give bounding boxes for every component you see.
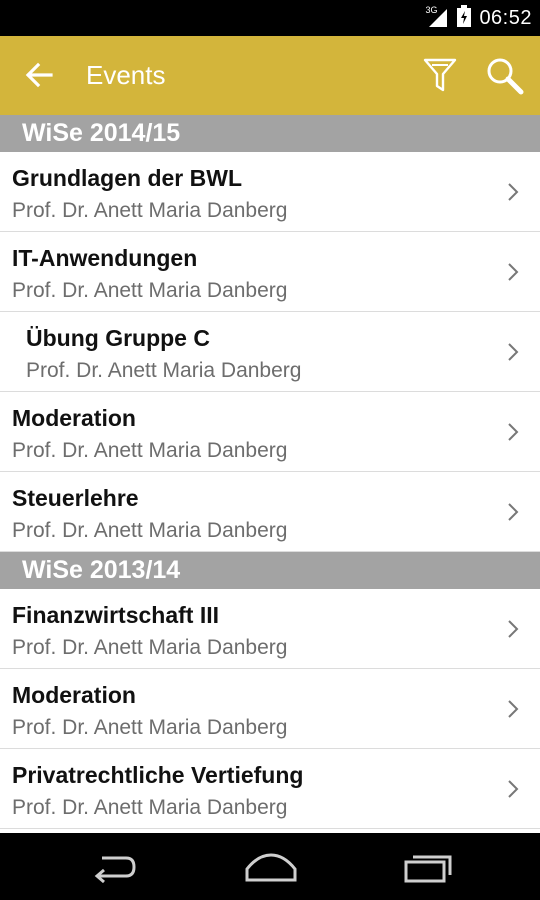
chevron-right-icon (508, 343, 519, 361)
event-title: Grundlagen der BWL (12, 165, 242, 191)
network-type-label: 3G (425, 5, 438, 15)
event-lecturer: Prof. Dr. Anett Maria Danberg (12, 279, 288, 302)
event-title: Moderation (12, 682, 136, 708)
event-title: Steuerlehre (12, 485, 139, 511)
chevron-right-icon (508, 700, 519, 718)
list-item[interactable]: IT-Anwendungen Prof. Dr. Anett Maria Dan… (0, 232, 540, 312)
event-title: Finanzwirtschaft III (12, 602, 220, 628)
section-header: WiSe 2014/15 (0, 115, 540, 152)
event-lecturer: Prof. Dr. Anett Maria Danberg (12, 199, 288, 222)
list-item[interactable]: Privatrechtliche Vertiefung Prof. Dr. An… (0, 749, 540, 829)
event-list: WiSe 2014/15 Grundlagen der BWL Prof. Dr… (0, 115, 540, 829)
filter-icon[interactable] (421, 56, 459, 94)
list-item[interactable]: Moderation Prof. Dr. Anett Maria Danberg (0, 392, 540, 472)
event-lecturer: Prof. Dr. Anett Maria Danberg (12, 796, 288, 819)
event-title: Moderation (12, 405, 136, 431)
signal-icon: 3G (425, 5, 449, 29)
section-header: WiSe 2013/14 (0, 552, 540, 589)
system-nav-bar (0, 833, 540, 900)
list-item[interactable]: Moderation Prof. Dr. Anett Maria Danberg (0, 669, 540, 749)
nav-back-icon[interactable] (88, 851, 138, 884)
chevron-right-icon (508, 620, 519, 638)
event-lecturer: Prof. Dr. Anett Maria Danberg (12, 716, 288, 739)
chevron-right-icon (508, 183, 519, 201)
list-item[interactable]: Steuerlehre Prof. Dr. Anett Maria Danber… (0, 472, 540, 552)
event-lecturer: Prof. Dr. Anett Maria Danberg (12, 519, 288, 542)
event-lecturer: Prof. Dr. Anett Maria Danberg (26, 359, 302, 382)
clock: 06:52 (479, 6, 532, 29)
battery-icon (457, 4, 472, 32)
search-icon[interactable] (485, 56, 525, 96)
chevron-right-icon (508, 423, 519, 441)
status-icons: 3G 06:52 (425, 0, 532, 36)
event-title: Übung Gruppe C (26, 325, 210, 351)
event-lecturer: Prof. Dr. Anett Maria Danberg (12, 439, 288, 462)
chevron-right-icon (508, 263, 519, 281)
event-title: IT-Anwendungen (12, 245, 198, 271)
chevron-right-icon (508, 780, 519, 798)
back-arrow-icon[interactable] (22, 58, 56, 92)
page-title: Events (86, 60, 166, 90)
list-item[interactable]: Finanzwirtschaft III Prof. Dr. Anett Mar… (0, 589, 540, 669)
nav-recent-apps-icon[interactable] (403, 851, 455, 883)
nav-home-icon[interactable] (244, 851, 298, 883)
list-item[interactable]: Übung Gruppe C Prof. Dr. Anett Maria Dan… (0, 312, 540, 392)
chevron-right-icon (508, 503, 519, 521)
status-bar: 3G 06:52 (0, 0, 540, 36)
event-title: Privatrechtliche Vertiefung (12, 762, 304, 788)
app-bar: Events (0, 36, 540, 115)
list-item[interactable]: Grundlagen der BWL Prof. Dr. Anett Maria… (0, 152, 540, 232)
event-lecturer: Prof. Dr. Anett Maria Danberg (12, 636, 288, 659)
